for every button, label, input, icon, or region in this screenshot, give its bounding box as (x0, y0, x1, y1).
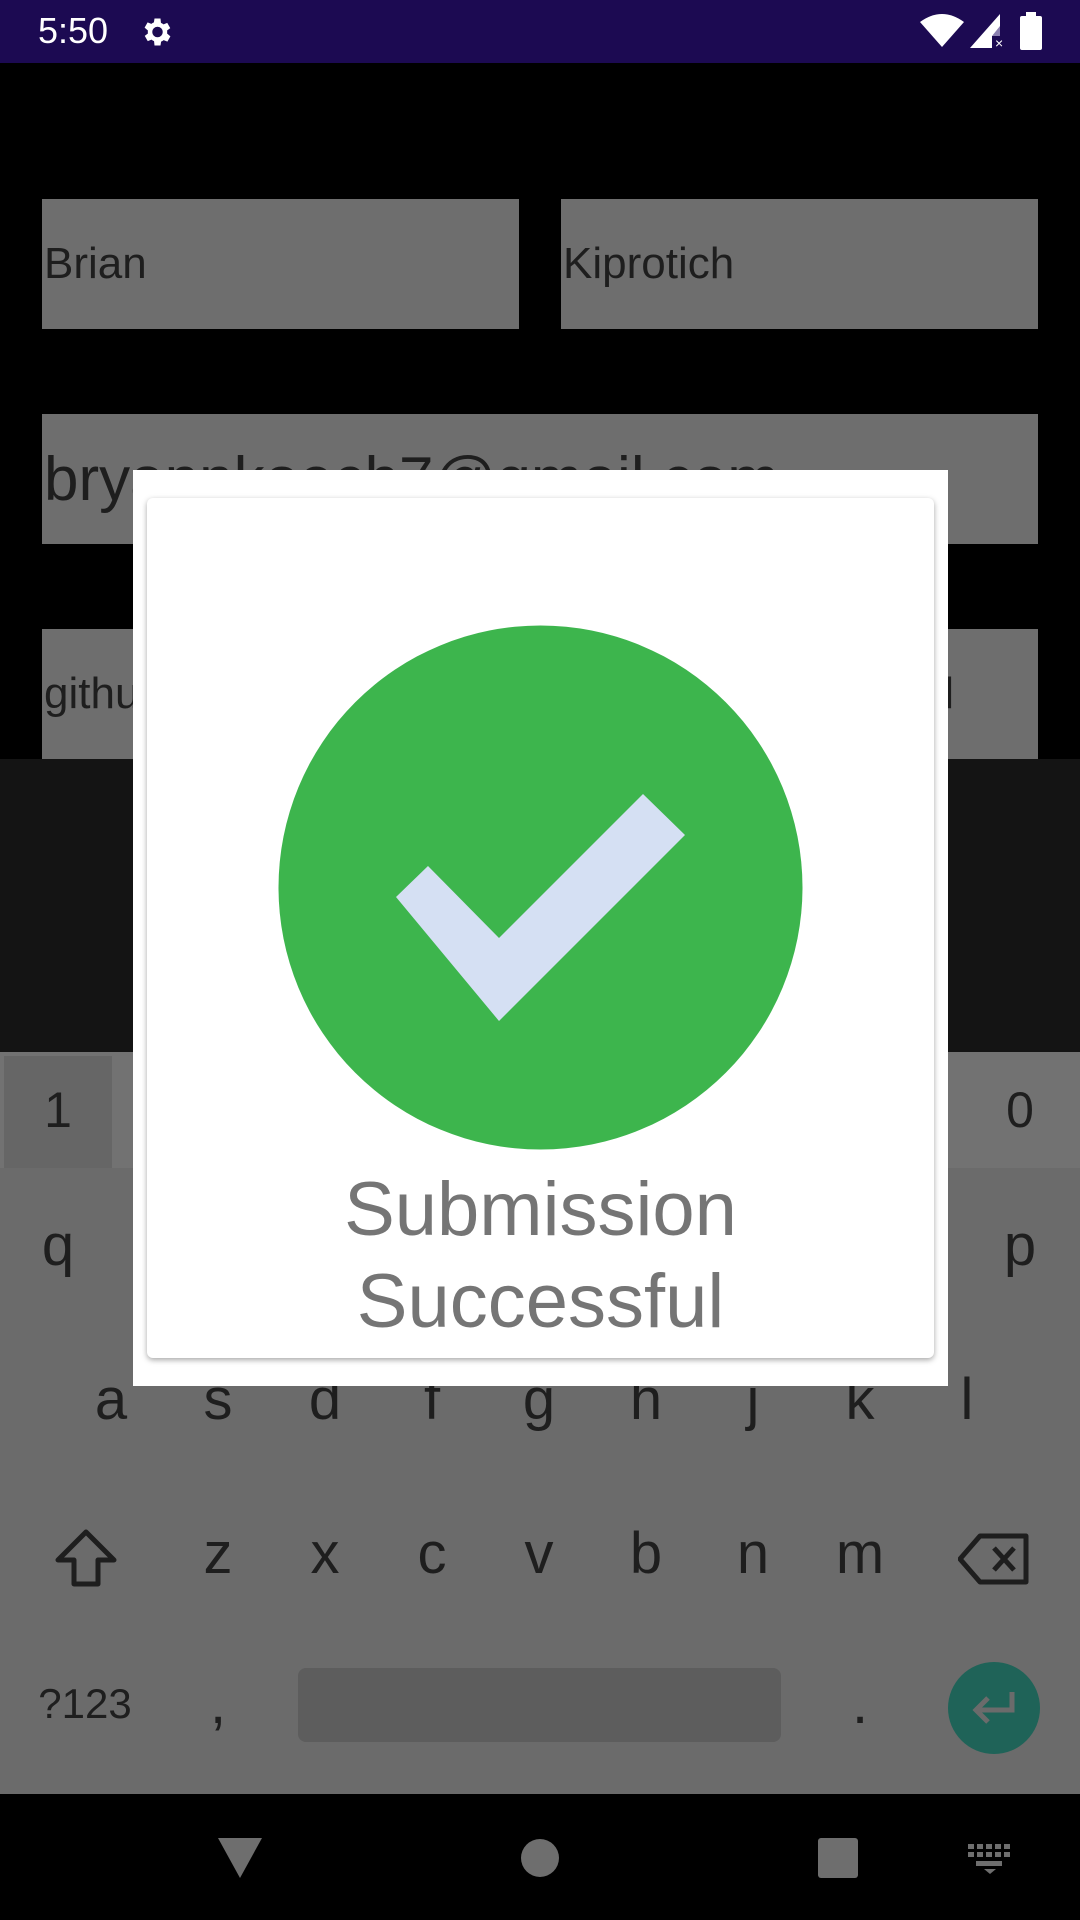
key-0[interactable]: 0 (980, 1070, 1060, 1150)
period-key[interactable]: . (820, 1664, 900, 1744)
first-name-field[interactable]: Brian (42, 199, 519, 329)
back-icon[interactable] (218, 1838, 262, 1878)
message-line-2: Successful (356, 1259, 725, 1344)
enter-key[interactable] (948, 1662, 1040, 1754)
key-m[interactable]: m (820, 1514, 900, 1594)
key-c[interactable]: c (392, 1514, 472, 1594)
submission-message: Submission Successful (147, 1164, 934, 1348)
success-dialog: Submission Successful (133, 470, 948, 1386)
signal-icon: × (970, 14, 1003, 48)
key-n[interactable]: n (713, 1514, 793, 1594)
check-circle-icon (278, 625, 803, 1150)
battery-icon (1020, 12, 1042, 50)
status-time: 5:50 (38, 10, 109, 51)
message-line-1: Submission (344, 1167, 737, 1252)
key-v[interactable]: v (499, 1514, 579, 1594)
key-q[interactable]: q (18, 1206, 98, 1286)
space-bar[interactable] (298, 1668, 781, 1742)
gear-icon (144, 18, 171, 46)
key-b[interactable]: b (606, 1514, 686, 1594)
backspace-icon[interactable] (958, 1532, 1030, 1586)
enter-arrow-icon (972, 1692, 1015, 1724)
comma-key[interactable]: , (178, 1664, 258, 1744)
recents-icon[interactable] (818, 1838, 858, 1878)
key-1[interactable]: 1 (18, 1070, 98, 1150)
svg-text:×: × (995, 35, 1003, 48)
shift-icon[interactable] (54, 1528, 118, 1588)
wifi-icon (920, 14, 964, 47)
key-p[interactable]: p (980, 1206, 1060, 1286)
dialog-card: Submission Successful (147, 498, 934, 1358)
key-z[interactable]: z (178, 1514, 258, 1594)
key-x[interactable]: x (285, 1514, 365, 1594)
symbols-key[interactable]: ?123 (20, 1664, 150, 1744)
status-bar: 5:50 × (0, 0, 1080, 63)
home-icon[interactable] (520, 1838, 560, 1878)
last-name-field[interactable]: Kiprotich (561, 199, 1038, 329)
navigation-bar (0, 1794, 1080, 1920)
github-field-text-start: githu (44, 669, 140, 718)
keyboard-switch-icon[interactable] (968, 1844, 1012, 1874)
